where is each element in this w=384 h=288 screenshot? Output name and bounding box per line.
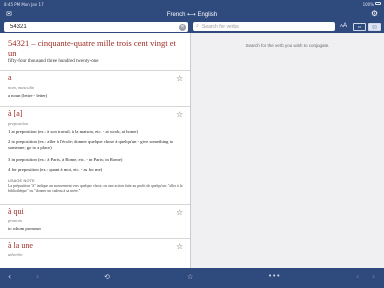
- verb-forward-icon[interactable]: ›: [372, 272, 375, 281]
- results-pane: 54321 – cinquante-quatre mille trois cen…: [0, 33, 190, 268]
- favorites-star-icon[interactable]: ☆: [187, 273, 193, 281]
- font-size-button[interactable]: AA: [340, 23, 347, 29]
- result-word[interactable]: à la une: [8, 241, 33, 250]
- verb-search-input[interactable]: [202, 23, 322, 30]
- result-pos: nom, masculin: [8, 85, 35, 90]
- settings-icon[interactable]: ⚙: [371, 9, 378, 18]
- single-pane-layout-button[interactable]: ▭: [353, 23, 366, 31]
- dictionary-direction-title[interactable]: French ⟷ English: [0, 11, 384, 18]
- divider: [0, 238, 190, 239]
- result-word[interactable]: à [a]: [8, 109, 22, 118]
- back-icon[interactable]: ‹: [8, 272, 11, 281]
- result-word[interactable]: a: [8, 73, 12, 82]
- result-definition: a noun (lettre - letter): [8, 93, 48, 98]
- verb-search-box[interactable]: ⌕: [193, 22, 335, 31]
- search-icon: ⌕: [196, 23, 199, 29]
- result-definition: 4 for preposition (ex.: quant à moi, etc…: [8, 167, 103, 172]
- result-pos: pronom: [8, 218, 22, 223]
- battery-icon: [375, 2, 381, 5]
- dictionary-search-input[interactable]: [10, 23, 170, 30]
- divider: [0, 106, 190, 107]
- entry-translation: fifty-four thousand three hundred twenty…: [8, 59, 99, 64]
- split-pane-layout-button[interactable]: ▯▯: [368, 23, 381, 31]
- status-bar: 8:45 PM Mon Jan 17 100%: [0, 0, 384, 8]
- conjugation-hint: Search for the verb you wish to conjugat…: [245, 43, 330, 48]
- usage-note-body: La préposition "à" indique un mouvement …: [8, 184, 183, 193]
- battery-percentage: 100%: [362, 2, 374, 7]
- usage-note-title: USAGE NOTE: [8, 179, 35, 183]
- favorite-star-icon[interactable]: ☆: [176, 242, 183, 251]
- bottom-toolbar: ‹ › ⟲ ☆ ••• ‹ ›: [0, 268, 384, 288]
- history-icon[interactable]: ⟲: [104, 273, 110, 281]
- navigation-bar: ✉ French ⟷ English ⚙: [0, 8, 384, 21]
- favorite-star-icon[interactable]: ☆: [176, 74, 183, 83]
- favorite-star-icon[interactable]: ☆: [176, 110, 183, 119]
- divider: [0, 204, 190, 205]
- entry-headword: 54321 – cinquante-quatre mille trois cen…: [8, 38, 176, 58]
- status-time: 8:45 PM Mon Jan 17: [4, 2, 44, 7]
- dictionary-search-box[interactable]: ✕: [4, 22, 188, 32]
- result-definition: 1 at preposition (ex.: à son travail, à …: [8, 129, 138, 134]
- divider: [0, 70, 190, 71]
- favorite-star-icon[interactable]: ☆: [176, 208, 183, 217]
- result-definition: 2 to preposition (ex.: aller à l'école; …: [8, 139, 174, 151]
- clear-search-icon[interactable]: ✕: [179, 23, 186, 31]
- result-pos: preposition: [8, 121, 29, 126]
- result-word[interactable]: à qui: [8, 207, 24, 216]
- result-definition: 3 in preposition (ex.: à Paris, à Rome, …: [8, 157, 123, 162]
- more-icon[interactable]: •••: [268, 272, 280, 280]
- verb-back-icon[interactable]: ‹: [356, 272, 359, 281]
- forward-icon[interactable]: ›: [36, 272, 39, 281]
- result-definition: to whom pronoun: [8, 226, 41, 231]
- result-pos: adverbe: [8, 252, 23, 257]
- conjugation-pane: Search for the verb you wish to conjugat…: [191, 33, 384, 268]
